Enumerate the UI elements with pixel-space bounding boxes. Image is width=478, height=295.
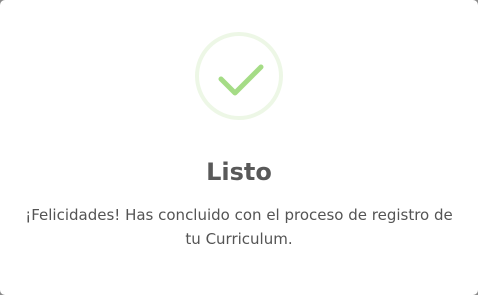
dialog-message: ¡Felicidades! Has concluido con el proce… (25, 206, 453, 248)
dialog-title: Listo (206, 158, 272, 186)
success-dialog: Listo ¡Felicidades! Has concluido con el… (0, 0, 478, 295)
success-check-icon (195, 32, 283, 120)
check-icon (218, 64, 264, 96)
